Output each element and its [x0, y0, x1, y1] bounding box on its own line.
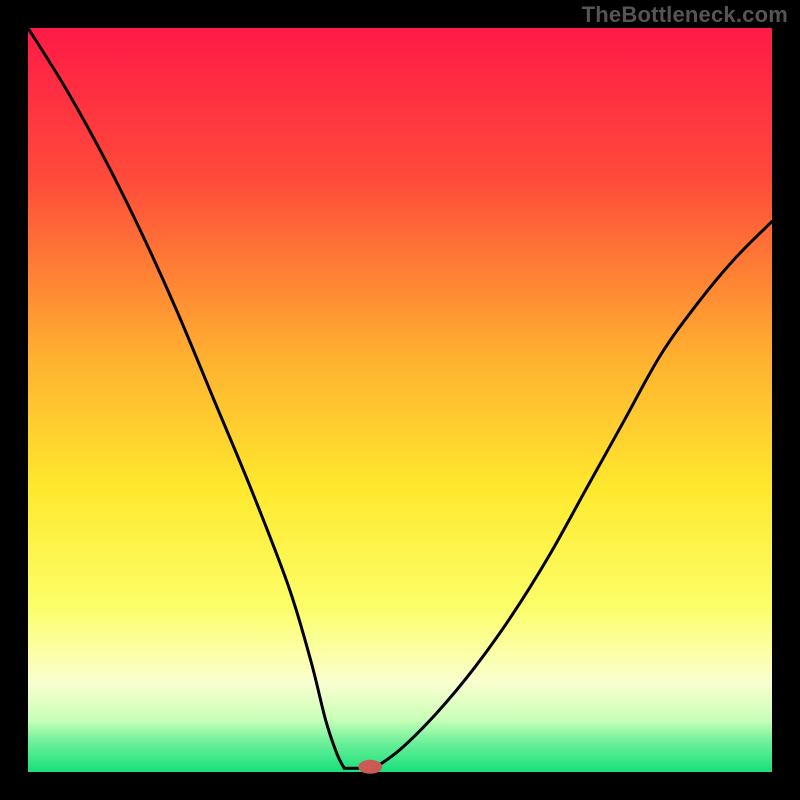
minimum-marker: [358, 760, 382, 774]
chart-stage: TheBottleneck.com: [0, 0, 800, 800]
marker-group: [358, 760, 382, 774]
gradient-background: [28, 28, 772, 772]
watermark-text: TheBottleneck.com: [582, 2, 788, 28]
bottleneck-chart: [0, 0, 800, 800]
